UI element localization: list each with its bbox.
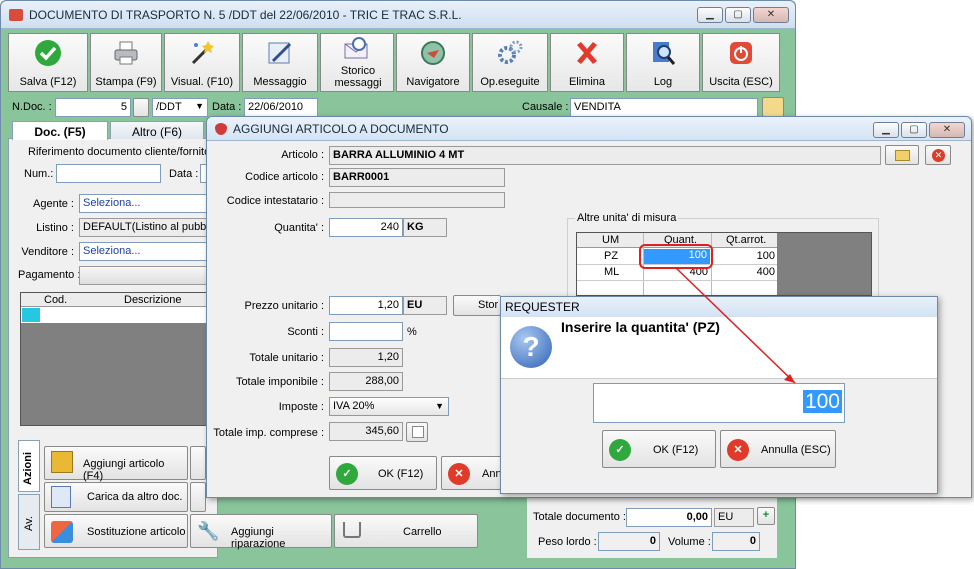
annotation-arrow-line bbox=[675, 267, 796, 384]
annotation-arrow bbox=[675, 267, 796, 384]
annotation-arrow-head bbox=[784, 374, 795, 383]
